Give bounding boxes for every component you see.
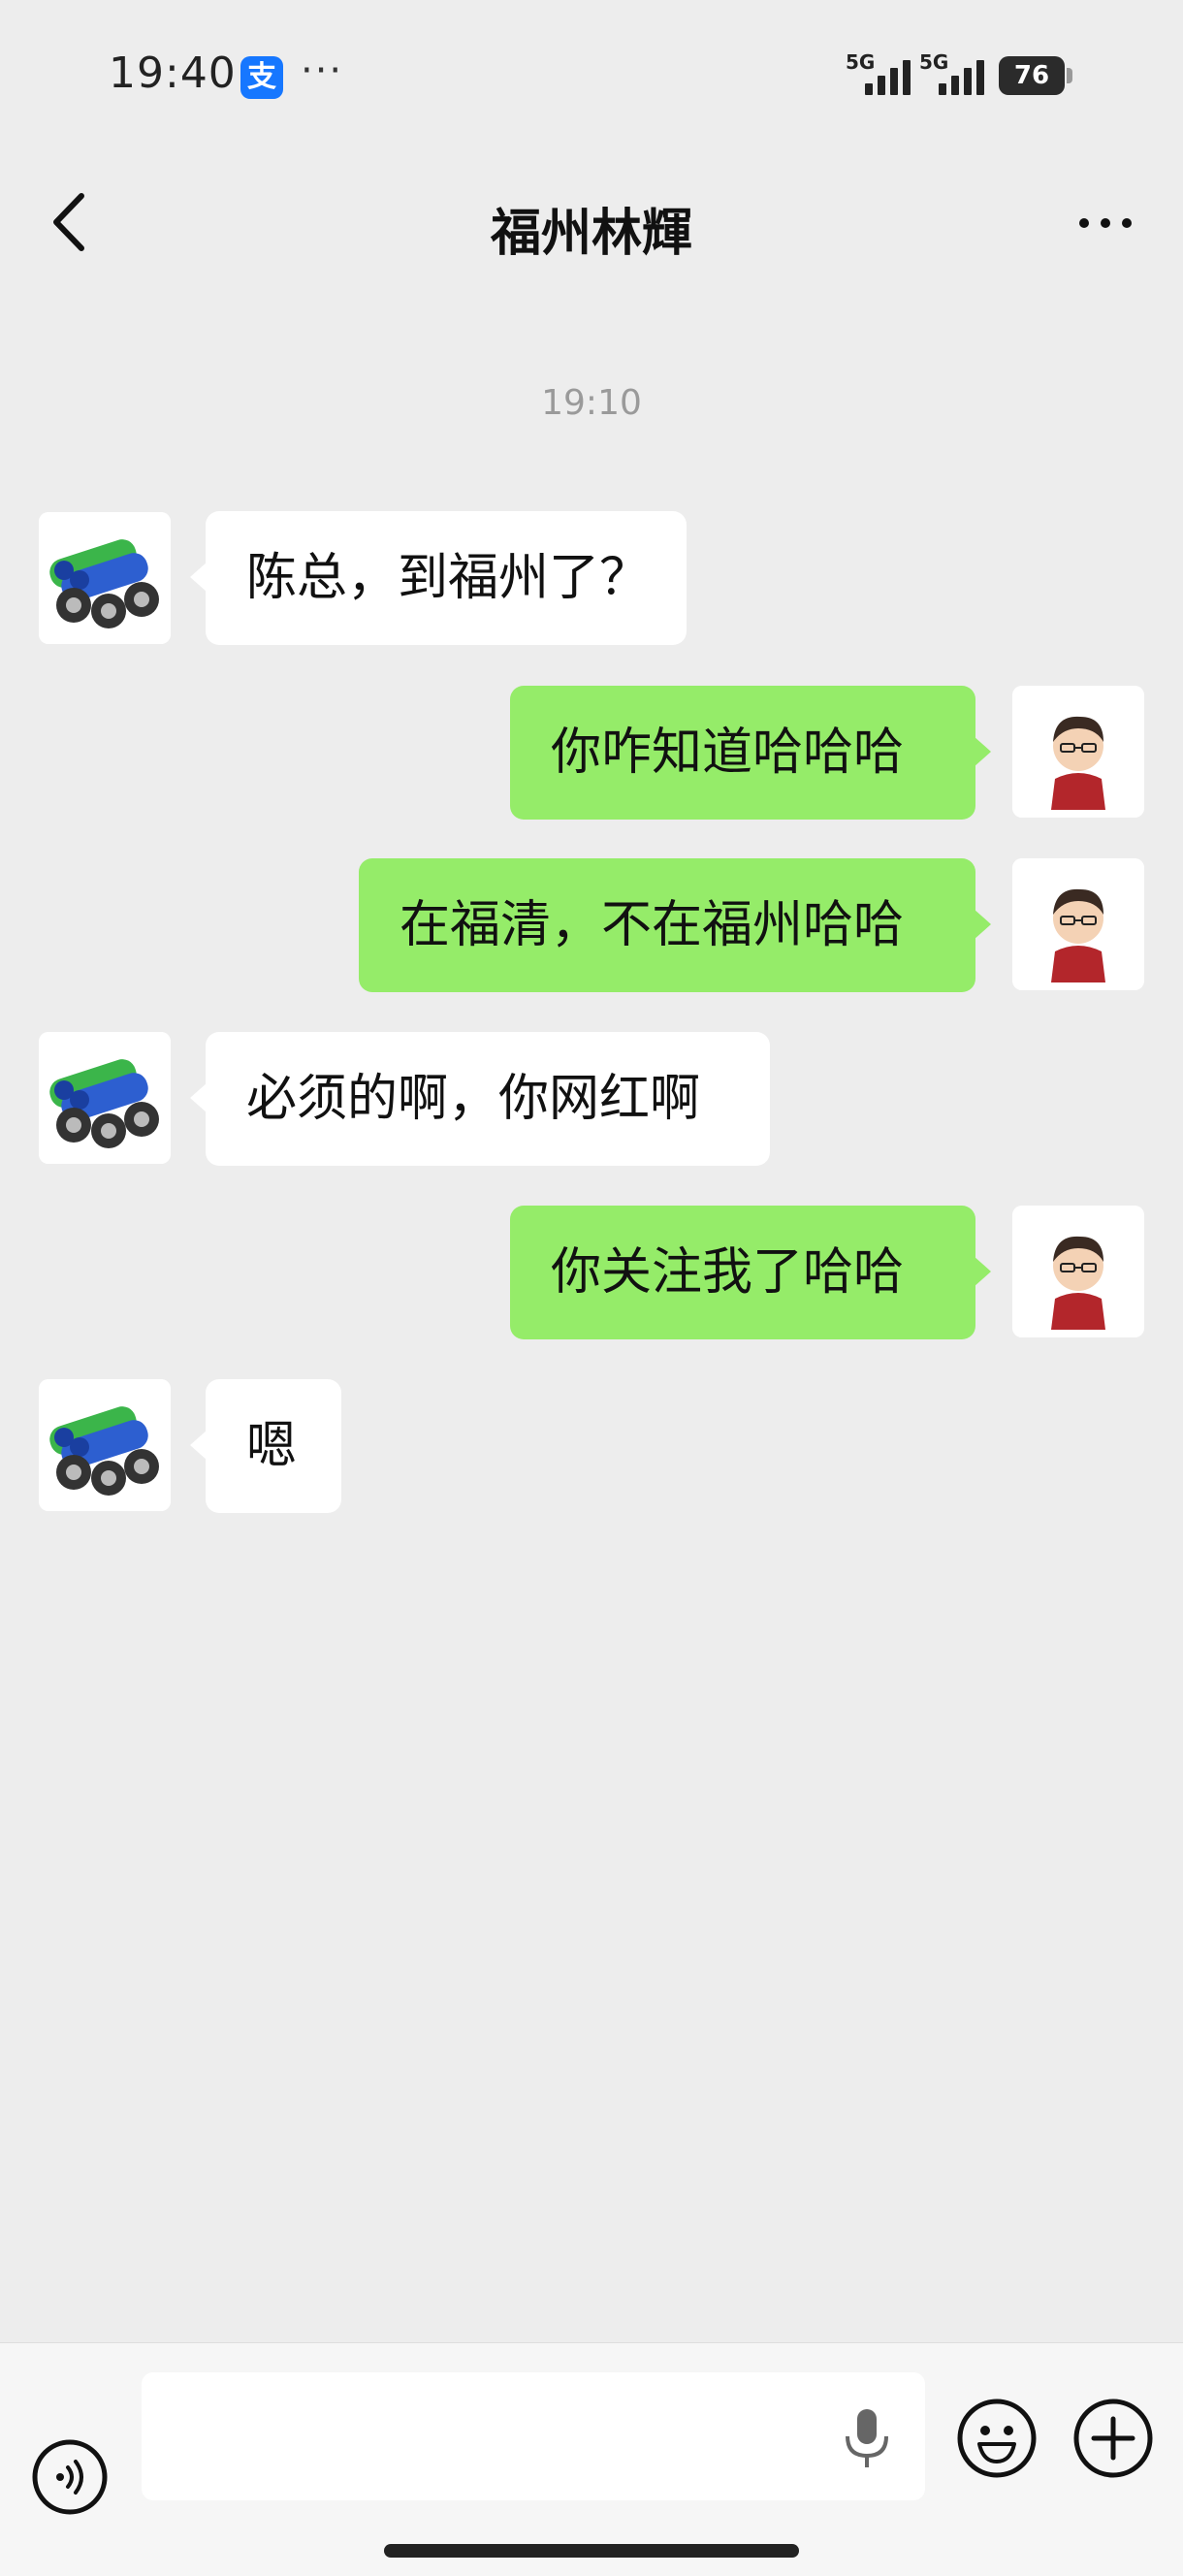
cartoon-avatar-icon <box>1012 1206 1144 1337</box>
microphone-icon <box>846 2409 888 2467</box>
incoming-message-bubble[interactable]: 陈总，到福州了？ <box>190 511 687 645</box>
contact-avatar[interactable] <box>39 1032 171 1164</box>
voice-icon <box>32 2439 108 2515</box>
message-timestamp: 19:10 <box>541 383 642 423</box>
home-indicator[interactable] <box>384 2544 799 2558</box>
incoming-message-bubble[interactable]: 嗯 <box>190 1379 341 1513</box>
contact-avatar[interactable] <box>39 1379 171 1511</box>
cartoon-avatar-icon <box>1012 686 1144 818</box>
more-functions-button[interactable] <box>1072 2398 1154 2479</box>
battery-avatar-icon <box>39 1032 171 1164</box>
battery-avatar-icon <box>39 1379 171 1511</box>
signal-strength-icon: 5G <box>919 50 987 97</box>
more-dot <box>1101 218 1110 228</box>
status-bar: 19:40 支 ··· 5G 5G 76 <box>0 0 1183 145</box>
outgoing-message-bubble[interactable]: 你关注我了哈哈 <box>510 1206 991 1339</box>
more-options-button[interactable] <box>1067 194 1144 252</box>
alipay-notification-icon: 支 <box>240 56 283 99</box>
signal-strength-icon: 5G <box>846 50 913 97</box>
cartoon-avatar-icon <box>1012 858 1144 990</box>
message-input[interactable] <box>142 2372 925 2500</box>
contact-avatar[interactable] <box>39 512 171 644</box>
my-avatar[interactable] <box>1012 686 1144 818</box>
emoji-button[interactable] <box>956 2398 1038 2479</box>
my-avatar[interactable] <box>1012 1206 1144 1337</box>
microphone-button[interactable] <box>836 2403 898 2473</box>
emoji-icon <box>957 2399 1037 2478</box>
my-avatar[interactable] <box>1012 858 1144 990</box>
plus-icon <box>1073 2399 1153 2478</box>
outgoing-message-bubble[interactable]: 你咋知道哈哈哈 <box>510 686 991 820</box>
message-input-bar <box>0 2342 1183 2576</box>
more-dot <box>1122 218 1132 228</box>
battery-icon: 76 <box>999 56 1065 95</box>
chat-header: 福州林輝 <box>0 145 1183 301</box>
outgoing-message-bubble[interactable]: 在福清，不在福州哈哈 <box>359 858 991 992</box>
more-notifications-icon: ··· <box>301 48 344 93</box>
incoming-message-bubble[interactable]: 必须的啊，你网红啊 <box>190 1032 770 1166</box>
battery-cap <box>1067 68 1072 83</box>
voice-toggle-button[interactable] <box>31 2438 109 2516</box>
more-dot <box>1079 218 1089 228</box>
status-time: 19:40 <box>109 48 237 98</box>
battery-avatar-icon <box>39 512 171 644</box>
chat-title: 福州林輝 <box>490 205 692 263</box>
